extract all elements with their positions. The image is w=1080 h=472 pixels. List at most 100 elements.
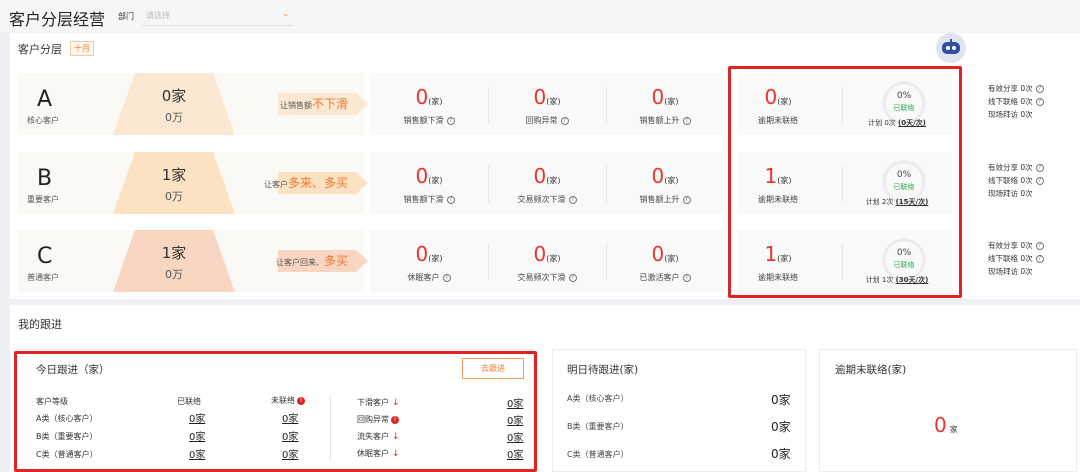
stat-text: 有效分享 0次: [988, 163, 1033, 172]
help-icon[interactable]: ?: [682, 273, 691, 282]
overdue-card-unit: 家: [949, 425, 958, 434]
tier-amount: 0万: [165, 268, 183, 281]
help-icon[interactable]: ?: [446, 195, 455, 204]
metric-item[interactable]: 0(家) 销售额下滑?: [370, 152, 488, 214]
metric-value: 0: [533, 85, 547, 109]
tier-goal: 让客户回来、多买: [270, 250, 358, 272]
tier-amount: 0万: [165, 111, 183, 124]
metric-label: 交易频次下滑: [517, 273, 566, 282]
tier-letter: B: [37, 166, 53, 191]
help-icon[interactable]: ?: [682, 195, 691, 204]
metric-item[interactable]: 0(家) 销售额下滑?: [370, 73, 488, 135]
tomorrow-row-value[interactable]: 0家: [771, 418, 791, 435]
tier-card-c[interactable]: C 普通客户 1家 0万 让客户回来、多买: [18, 230, 368, 292]
goal-prefix: 让客户: [263, 180, 288, 189]
overdue-card-value[interactable]: 0家: [934, 413, 958, 437]
tier-letter: C: [37, 244, 53, 269]
stat-row: 现场拜访 0次: [988, 108, 1078, 121]
tier-name: 重要客户: [27, 195, 59, 204]
help-icon[interactable]: ?: [1035, 98, 1044, 106]
tier-amount: 0万: [165, 190, 183, 203]
metric-value: 0: [533, 242, 547, 266]
goal-highlight: 多来、多买: [287, 176, 348, 190]
tomorrow-title: 明日待跟进(家): [567, 364, 639, 376]
help-icon[interactable]: ?: [442, 273, 451, 282]
metric-item[interactable]: 0(家) 回购异常?: [488, 73, 606, 135]
help-icon[interactable]: ?: [568, 195, 577, 204]
goal-highlight: 多买: [323, 254, 348, 268]
help-icon[interactable]: ?: [682, 116, 691, 125]
stat-row: 有效分享 0次?: [988, 161, 1078, 174]
metric-item[interactable]: 0(家) 交易频次下滑?: [488, 152, 606, 214]
help-icon[interactable]: ?: [1035, 242, 1044, 250]
metric-unit: (家): [664, 97, 679, 106]
help-icon[interactable]: ?: [1035, 85, 1044, 93]
stat-row: 现场拜访 0次: [988, 187, 1078, 200]
tier-goal: 让销售额不下滑: [274, 93, 358, 115]
tier-metrics-c: 0(家) 休眠客户? 0(家) 交易频次下滑? 0(家) 已激活客户?: [370, 230, 724, 292]
tomorrow-row-value[interactable]: 0家: [771, 391, 791, 408]
metric-unit: (家): [546, 97, 561, 106]
metric-label: 回购异常: [525, 116, 558, 125]
metric-item[interactable]: 0(家) 销售额上升?: [606, 152, 724, 214]
robot-assistant-icon[interactable]: [936, 33, 966, 63]
help-icon[interactable]: ?: [446, 116, 455, 125]
goal-prefix: 让客户回来、: [275, 258, 324, 267]
tier-card-a[interactable]: A 核心客户 0家 0万 让销售额不下滑: [18, 73, 368, 135]
metric-unit: (家): [546, 176, 561, 185]
tier-metrics-b: 0(家) 销售额下滑? 0(家) 交易频次下滑? 0(家) 销售额上升?: [370, 152, 724, 214]
metric-label: 休眠客户: [407, 273, 440, 282]
tier-stats-b: 有效分享 0次? 线下联络 0次? 现场拜访 0次: [988, 161, 1078, 200]
metric-label: 销售额上升: [639, 116, 680, 125]
stat-row: 有效分享 0次?: [988, 82, 1078, 95]
help-icon[interactable]: ?: [1035, 177, 1044, 185]
metric-value: 0: [651, 242, 665, 266]
highlight-box-today: [14, 351, 537, 472]
metric-value: 0: [415, 242, 429, 266]
followup-section-title: 我的跟进: [18, 318, 62, 331]
tier-metrics-a: 0(家) 销售额下滑? 0(家) 回购异常? 0(家) 销售额上升?: [370, 73, 724, 135]
help-icon[interactable]: ?: [560, 116, 569, 125]
stat-text: 有效分享 0次: [988, 84, 1033, 93]
tier-card-b[interactable]: B 重要客户 1家 0万 让客户多来、多买: [18, 152, 368, 214]
help-icon[interactable]: ?: [1035, 255, 1044, 263]
metric-label: 销售额上升: [639, 195, 680, 204]
metric-item[interactable]: 0(家) 交易频次下滑?: [488, 230, 606, 292]
dept-select[interactable]: 请选择 ⌄: [142, 6, 294, 26]
page-title: 客户分层经营: [9, 10, 106, 29]
metric-item[interactable]: 0(家) 销售额上升?: [606, 73, 724, 135]
top-bar: 客户分层经营 部门 请选择 ⌄: [0, 0, 1080, 32]
metric-item[interactable]: 0(家) 已激活客户?: [606, 230, 724, 292]
metric-label: 销售额下滑: [403, 116, 444, 125]
stat-row: 线下联络 0次?: [988, 174, 1078, 187]
metric-unit: (家): [664, 254, 679, 263]
metric-unit: (家): [428, 254, 443, 263]
stat-row: 现场拜访 0次: [988, 265, 1078, 278]
tomorrow-row-value[interactable]: 0家: [771, 445, 791, 462]
tier-count: 1家: [161, 166, 187, 184]
metric-item[interactable]: 0(家) 休眠客户?: [370, 230, 488, 292]
metric-value: 0: [415, 85, 429, 109]
dept-select-placeholder: 请选择: [146, 11, 170, 20]
stat-text: 有效分享 0次: [988, 241, 1033, 250]
help-icon[interactable]: ?: [1035, 164, 1044, 172]
metric-unit: (家): [664, 176, 679, 185]
tier-letter: A: [37, 87, 53, 112]
overdue-card-title: 逾期未联络(家): [835, 364, 907, 376]
period-badge[interactable]: 十月: [70, 41, 94, 56]
tomorrow-row-label: A类（核心客户）: [567, 394, 629, 403]
metric-value: 0: [533, 164, 547, 188]
tier-goal: 让客户多来、多买: [258, 172, 358, 194]
metric-label: 销售额下滑: [403, 195, 444, 204]
dept-label: 部门: [118, 12, 134, 21]
stat-text: 现场拜访 0次: [988, 267, 1033, 276]
tier-stats-a: 有效分享 0次? 线下联络 0次? 现场拜访 0次: [988, 82, 1078, 121]
stat-text: 线下联络 0次: [988, 97, 1033, 106]
metric-label: 交易频次下滑: [517, 195, 566, 204]
stat-text: 现场拜访 0次: [988, 110, 1033, 119]
metric-label: 已激活客户: [639, 273, 680, 282]
stat-row: 线下联络 0次?: [988, 95, 1078, 108]
tier-count: 0家: [161, 87, 187, 105]
chevron-down-icon[interactable]: ⌄: [282, 9, 290, 19]
help-icon[interactable]: ?: [568, 273, 577, 282]
